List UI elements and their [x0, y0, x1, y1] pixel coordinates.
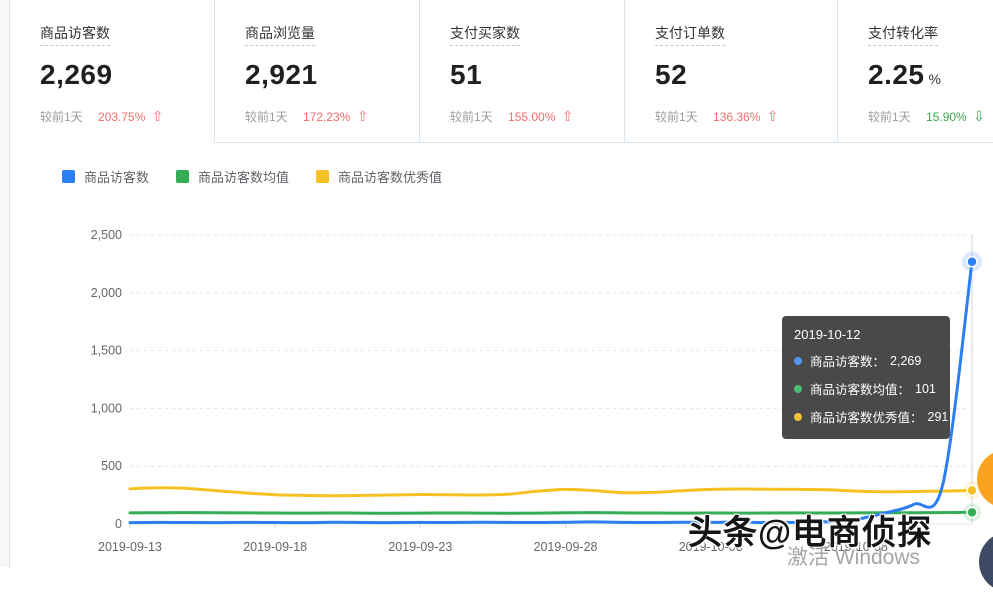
- y-axis-label: 500: [101, 459, 122, 473]
- metric-value: 2,921: [245, 59, 419, 91]
- tab-card-payment-orders[interactable]: 支付订单数 52 较前1天 136.36% ⇧: [625, 0, 838, 143]
- up-arrow-icon: ⇧: [561, 108, 574, 124]
- y-axis-label: 0: [115, 517, 122, 531]
- legend-swatch-icon: [316, 170, 330, 183]
- y-axis-label: 2,000: [91, 286, 122, 300]
- legend-label: 商品访客数优秀值: [338, 170, 443, 185]
- tooltip-row: 商品访客数均值： 101: [794, 379, 938, 398]
- metric-title: 支付转化率: [868, 25, 938, 46]
- up-arrow-icon: ⇧: [151, 108, 164, 124]
- x-axis-label: 2019-09-28: [534, 540, 598, 554]
- metric-number: 51: [450, 59, 483, 90]
- up-arrow-icon: ⇧: [356, 108, 369, 124]
- compare-label: 较前1天: [450, 110, 493, 124]
- delta-percent: 136.36%: [713, 110, 761, 124]
- x-axis-label: 2019-09-23: [388, 540, 452, 554]
- x-axis-label: 2019-09-18: [243, 540, 307, 554]
- delta-percent: 203.75%: [98, 110, 146, 124]
- tooltip-row: 商品访客数： 2,269: [794, 351, 938, 370]
- tooltip-value: 291: [927, 409, 949, 424]
- series-dot-icon: [794, 412, 802, 421]
- metric-title: 商品浏览量: [245, 25, 315, 46]
- delta-percent: 172.23%: [303, 110, 351, 124]
- metric-number: 2,921: [245, 59, 318, 90]
- tab-card-paying-buyers[interactable]: 支付买家数 51 较前1天 155.00% ⇧: [420, 0, 625, 143]
- endpoint-marker: [966, 255, 978, 268]
- chart-legend: 商品访客数 商品访客数均值 商品访客数优秀值: [62, 167, 442, 186]
- metric-value: 2.25%: [868, 59, 993, 91]
- chart-tooltip: 2019-10-12 商品访客数： 2,269 商品访客数均值： 101 商品访…: [782, 316, 950, 439]
- tab-card-conversion-rate[interactable]: 支付转化率 2.25% 较前1天 15.90% ⇩: [838, 0, 993, 143]
- metric-number: 2,269: [40, 59, 113, 90]
- metric-value: 51: [450, 59, 624, 91]
- metric-unit: %: [928, 71, 942, 87]
- tooltip-label: 商品访客数优秀值：: [810, 411, 923, 425]
- legend-label: 商品访客数均值: [198, 170, 290, 185]
- metric-number: 52: [655, 59, 688, 90]
- legend-item-average[interactable]: 商品访客数均值: [176, 167, 289, 186]
- tooltip-value: 101: [915, 381, 936, 396]
- tooltip-label: 商品访客数均值：: [810, 383, 911, 397]
- tooltip-date: 2019-10-12: [794, 327, 861, 342]
- up-arrow-icon: ⇧: [766, 108, 779, 124]
- endpoint-marker: [966, 506, 978, 519]
- metric-number: 2.25: [868, 59, 925, 90]
- metric-value: 2,269: [40, 59, 214, 91]
- y-axis-label: 1,000: [91, 401, 122, 415]
- y-axis-label: 1,500: [91, 344, 122, 358]
- legend-swatch-icon: [176, 170, 190, 183]
- delta-percent: 155.00%: [508, 110, 556, 124]
- metric-title: 商品访客数: [40, 25, 110, 46]
- x-axis-label: 2019-09-13: [98, 540, 162, 554]
- metric-title: 支付买家数: [450, 25, 520, 46]
- delta-percent: 15.90%: [926, 110, 967, 124]
- series-dot-icon: [794, 384, 802, 393]
- legend-label: 商品访客数: [84, 170, 150, 185]
- compare-label: 较前1天: [245, 110, 288, 124]
- page-left-gutter: [0, 0, 10, 567]
- metric-tabstrip: 商品访客数 2,269 较前1天 203.75% ⇧ 商品浏览量 2,921 较…: [10, 0, 993, 143]
- compare-label: 较前1天: [655, 110, 698, 124]
- endpoint-marker: [966, 484, 978, 497]
- compare-label: 较前1天: [868, 110, 911, 124]
- series-dot-icon: [794, 356, 802, 365]
- series-line-2: [128, 486, 974, 498]
- y-axis-label: 2,500: [91, 228, 122, 242]
- legend-item-excellent[interactable]: 商品访客数优秀值: [316, 167, 442, 186]
- metric-title: 支付订单数: [655, 25, 725, 46]
- legend-item-visitors[interactable]: 商品访客数: [62, 167, 149, 186]
- tab-card-product-views[interactable]: 商品浏览量 2,921 较前1天 172.23% ⇧: [215, 0, 420, 143]
- tooltip-label: 商品访客数：: [810, 355, 886, 369]
- metric-value: 52: [655, 59, 837, 91]
- tooltip-row: 商品访客数优秀值： 291: [794, 407, 948, 426]
- compare-label: 较前1天: [40, 110, 83, 124]
- down-arrow-icon: ⇩: [973, 108, 985, 124]
- tooltip-value: 2,269: [890, 353, 922, 368]
- tab-card-product-visitors[interactable]: 商品访客数 2,269 较前1天 203.75% ⇧: [10, 0, 215, 143]
- legend-swatch-icon: [62, 170, 75, 183]
